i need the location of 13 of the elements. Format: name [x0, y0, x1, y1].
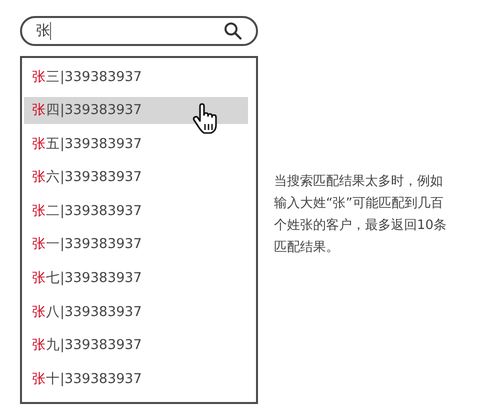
hand-cursor-icon: [192, 102, 220, 135]
result-item[interactable]: 张三|339383937: [24, 63, 248, 90]
result-item[interactable]: 张五|339383937: [24, 130, 248, 158]
result-item[interactable]: 张一|339383937: [24, 230, 248, 258]
result-item[interactable]: 张九|339383937: [24, 332, 248, 359]
result-item[interactable]: 张八|339383937: [24, 298, 248, 326]
result-item[interactable]: 张十|339383937: [24, 365, 248, 392]
result-item[interactable]: 张七|339383937: [24, 264, 248, 292]
search-field[interactable]: 张: [20, 16, 258, 46]
note-text: 当搜索匹配结果太多时，例如输入大姓“张”可能匹配到几百个姓张的客户，最多返回10条匹配结果。: [274, 173, 448, 257]
result-item[interactable]: 张六|339383937: [24, 164, 248, 191]
result-item[interactable]: 张二|339383937: [24, 197, 248, 224]
search-icon[interactable]: [224, 22, 242, 40]
